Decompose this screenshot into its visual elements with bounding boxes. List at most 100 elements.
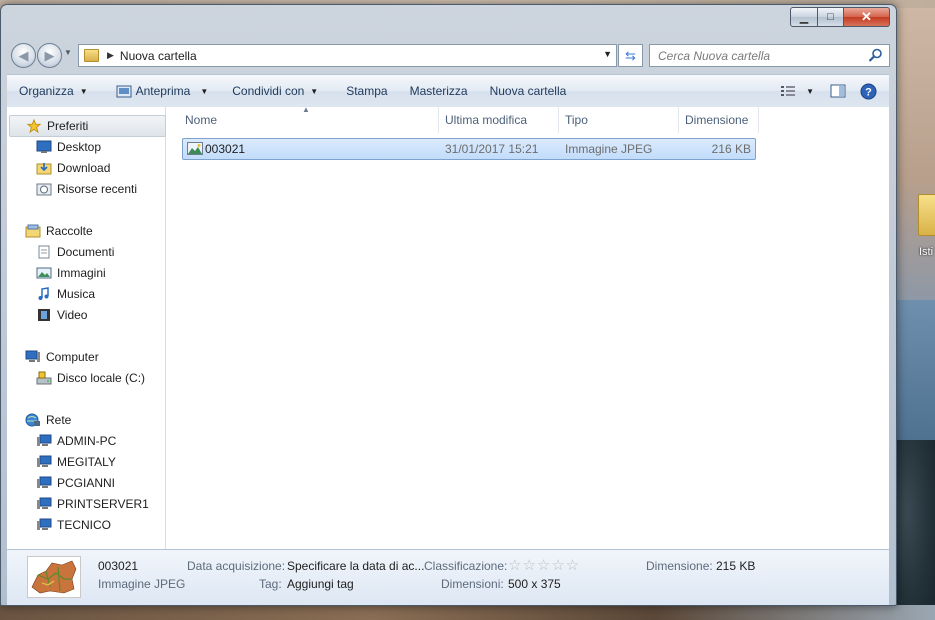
image-thumbnail[interactable] bbox=[27, 556, 81, 598]
sidebar-item-label: PRINTSERVER1 bbox=[57, 497, 149, 511]
network-computer-icon bbox=[37, 518, 52, 530]
details-rating-label: Classificazione: bbox=[424, 559, 508, 573]
sidebar-item-pictures[interactable]: Immagini bbox=[36, 263, 106, 283]
sidebar-item-label: Desktop bbox=[57, 140, 102, 154]
close-button[interactable]: ✕ bbox=[844, 7, 890, 27]
file-name: 003021 bbox=[205, 142, 246, 156]
change-view-button[interactable] bbox=[776, 78, 800, 104]
sidebar-group-network[interactable]: Rete bbox=[25, 410, 71, 430]
breadcrumb-current[interactable]: Nuova cartella bbox=[120, 49, 197, 63]
view-options-dropdown[interactable]: ▼ bbox=[800, 78, 820, 104]
sidebar-group-libraries[interactable]: Raccolte bbox=[25, 221, 93, 241]
sidebar-item-network-computer[interactable]: MEGITALY bbox=[36, 452, 116, 472]
view-controls: ▼ ? bbox=[776, 75, 889, 107]
documents-icon bbox=[38, 245, 50, 259]
organize-label: Organizza bbox=[19, 84, 74, 98]
help-button[interactable]: ? bbox=[856, 78, 889, 104]
back-button[interactable]: ◀ bbox=[11, 43, 36, 68]
forward-button[interactable]: ▶ bbox=[37, 43, 62, 68]
sidebar-item-label: TECNICO bbox=[57, 518, 111, 532]
sidebar-item-network-computer[interactable]: ADMIN-PC bbox=[36, 431, 116, 451]
desktop-wallpaper-bottom bbox=[0, 605, 935, 620]
maximize-button[interactable]: □ bbox=[818, 7, 844, 27]
new-folder-button[interactable]: Nuova cartella bbox=[482, 78, 575, 104]
recent-pages-dropdown[interactable]: ▼ bbox=[64, 48, 72, 57]
file-type: Immagine JPEG bbox=[565, 142, 653, 156]
sidebar-item-label: Documenti bbox=[57, 245, 115, 259]
recent-places-icon bbox=[36, 183, 52, 196]
chevron-down-icon: ▼ bbox=[310, 86, 319, 96]
details-size-value: 215 KB bbox=[716, 559, 756, 573]
desktop-wallpaper-rock bbox=[895, 440, 935, 620]
refresh-button[interactable]: ⇆ bbox=[618, 44, 643, 67]
sidebar-item-documents[interactable]: Documenti bbox=[36, 242, 114, 262]
column-header-modified[interactable]: Ultima modifica bbox=[439, 107, 559, 133]
network-computer-icon bbox=[37, 455, 52, 467]
sidebar-item-video[interactable]: Video bbox=[36, 305, 87, 325]
sidebar-group-label: Rete bbox=[46, 413, 72, 427]
sidebar-item-desktop[interactable]: Desktop bbox=[36, 137, 101, 157]
preview-button[interactable]: Anteprima ▼ bbox=[108, 78, 217, 104]
arrow-left-icon: ◀ bbox=[18, 47, 29, 63]
file-row[interactable]: 003021 31/01/2017 15:21 Immagine JPEG 21… bbox=[182, 138, 756, 160]
sidebar-item-local-disk[interactable]: Disco locale (C:) bbox=[36, 368, 145, 388]
sidebar-item-music[interactable]: Musica bbox=[36, 284, 95, 304]
sidebar-group-label: Raccolte bbox=[46, 224, 93, 238]
arrow-right-icon: ▶ bbox=[44, 47, 55, 63]
sidebar-item-network-computer[interactable]: PRINTSERVER1 bbox=[36, 494, 149, 514]
print-label: Stampa bbox=[346, 84, 388, 98]
details-view-icon bbox=[781, 85, 796, 96]
search-box[interactable] bbox=[649, 44, 890, 67]
preview-pane-button[interactable] bbox=[820, 78, 856, 104]
share-label: Condividi con bbox=[232, 84, 305, 98]
share-button[interactable]: Condividi con ▼ bbox=[224, 78, 326, 104]
details-dimensions-label: Dimensioni: bbox=[441, 577, 504, 591]
search-input[interactable] bbox=[656, 47, 870, 64]
help-icon: ? bbox=[860, 83, 877, 99]
music-icon bbox=[38, 287, 49, 300]
network-computer-icon bbox=[37, 497, 52, 509]
burn-button[interactable]: Masterizza bbox=[402, 78, 476, 104]
local-disk-icon bbox=[36, 371, 52, 385]
file-list: ▲ Nome Ultima modifica Tipo Dimensione 0… bbox=[166, 105, 889, 549]
column-header-type[interactable]: Tipo bbox=[559, 107, 679, 133]
breadcrumb-chevron-icon[interactable]: ▶ bbox=[107, 50, 114, 61]
details-size-label: Dimensione: bbox=[646, 559, 713, 573]
sidebar-item-network-computer[interactable]: PCGIANNI bbox=[36, 473, 115, 493]
sidebar-item-recent-places[interactable]: Risorse recenti bbox=[36, 179, 137, 199]
caption-buttons: ▁ □ ✕ bbox=[790, 7, 890, 27]
details-date-value[interactable]: Specificare la data di ac... bbox=[287, 559, 424, 573]
column-header-name[interactable]: Nome bbox=[179, 107, 439, 133]
address-bar[interactable]: ▶ Nuova cartella ▼ bbox=[78, 44, 617, 67]
search-icon[interactable] bbox=[869, 48, 883, 62]
sidebar-group-computer[interactable]: Computer bbox=[25, 347, 99, 367]
sidebar-item-label: ADMIN-PC bbox=[57, 434, 117, 448]
sidebar-group-favorites[interactable]: Preferiti bbox=[9, 115, 166, 137]
jpeg-image-icon bbox=[187, 142, 203, 155]
print-button[interactable]: Stampa bbox=[338, 78, 395, 104]
file-size: 216 KB bbox=[711, 142, 751, 156]
minimize-button[interactable]: ▁ bbox=[790, 7, 818, 27]
desktop-folder-label[interactable]: Isti bbox=[919, 246, 933, 258]
explorer-window: ▁ □ ✕ ◀ ▶ ▼ ▶ Nuova cartella ▼ ⇆ Organiz… bbox=[0, 4, 897, 606]
address-dropdown-icon[interactable]: ▼ bbox=[603, 49, 612, 59]
desktop-folder-icon[interactable] bbox=[916, 194, 935, 238]
network-computer-icon bbox=[37, 434, 52, 446]
sidebar-item-download[interactable]: Download bbox=[36, 158, 110, 178]
libraries-icon bbox=[25, 224, 41, 238]
sidebar-item-network-computer[interactable]: TECNICO bbox=[36, 515, 111, 535]
preview-icon bbox=[116, 85, 132, 97]
video-icon bbox=[38, 309, 50, 321]
details-tags-value[interactable]: Aggiungi tag bbox=[287, 577, 354, 591]
sidebar-item-label: Disco locale (C:) bbox=[57, 371, 146, 385]
details-file-type: Immagine JPEG bbox=[98, 577, 186, 591]
rating-stars-icon[interactable]: ☆☆☆☆☆ bbox=[508, 556, 580, 574]
organize-button[interactable]: Organizza ▼ bbox=[11, 78, 96, 104]
refresh-icon: ⇆ bbox=[625, 47, 636, 63]
sidebar-item-label: Risorse recenti bbox=[57, 182, 138, 196]
folder-icon bbox=[84, 49, 99, 62]
details-date-label: Data acquisizione: bbox=[187, 559, 286, 573]
column-header-size[interactable]: Dimensione bbox=[679, 107, 759, 133]
chevron-down-icon: ▼ bbox=[200, 86, 209, 96]
chevron-down-icon: ▼ bbox=[806, 86, 814, 96]
